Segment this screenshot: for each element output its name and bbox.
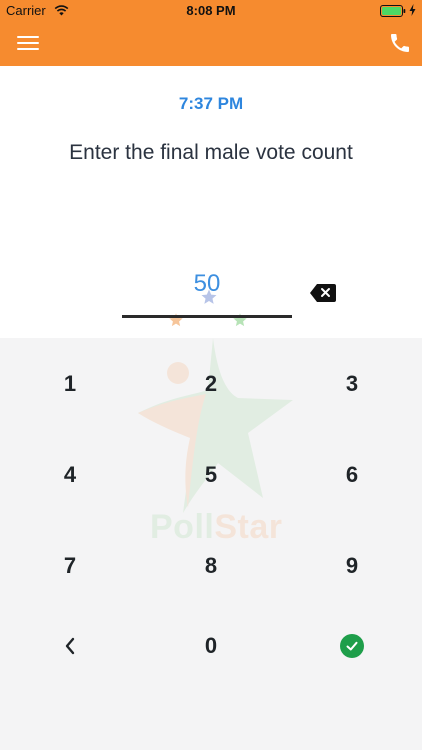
recorded-time: 7:37 PM [178, 94, 244, 113]
key-2[interactable]: 2 [141, 344, 281, 424]
hamburger-menu-icon[interactable] [17, 34, 41, 52]
key-6[interactable]: 6 [282, 435, 422, 515]
key-9[interactable]: 9 [282, 526, 422, 606]
key-1[interactable]: 1 [0, 344, 140, 424]
key-4[interactable]: 4 [0, 435, 140, 515]
status-clock: 8:08 PM [186, 3, 236, 18]
backspace-icon[interactable] [310, 283, 336, 303]
back-key[interactable] [0, 606, 140, 686]
chevron-left-icon [65, 637, 75, 655]
key-7[interactable]: 7 [0, 526, 140, 606]
charging-bolt-icon [409, 4, 416, 16]
check-circle-icon [340, 634, 364, 658]
key-3[interactable]: 3 [282, 344, 422, 424]
key-8[interactable]: 8 [141, 526, 281, 606]
battery-icon [380, 5, 406, 17]
prompt-question: Enter the final male vote count [69, 141, 353, 164]
confirm-key[interactable] [282, 606, 422, 686]
numeric-keypad: PollStar 1 2 3 4 5 6 7 8 9 0 [0, 338, 422, 750]
key-0[interactable]: 0 [141, 606, 281, 686]
vote-count-underline [122, 315, 292, 318]
vote-count-display: 50 [193, 270, 221, 297]
status-bar: Carrier 8:08 PM [0, 0, 422, 22]
key-5[interactable]: 5 [141, 435, 281, 515]
phone-icon[interactable] [388, 31, 412, 55]
app-header: Carrier 8:08 PM [0, 0, 422, 66]
